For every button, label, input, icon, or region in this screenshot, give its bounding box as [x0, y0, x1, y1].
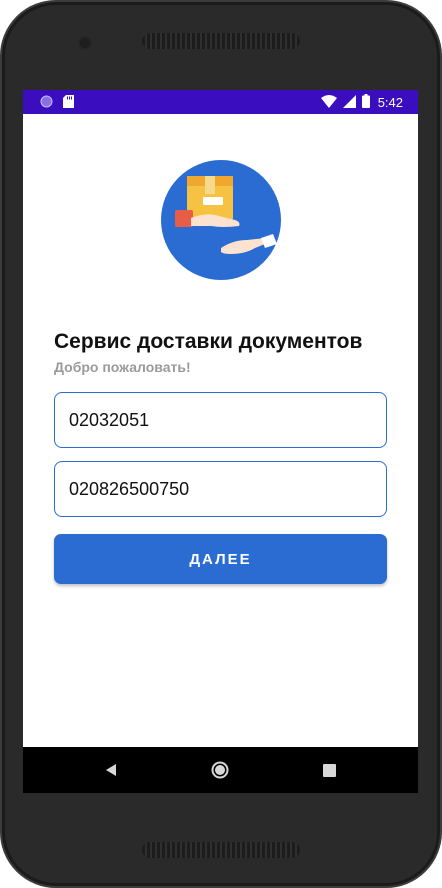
first-input-field[interactable] — [54, 392, 387, 448]
sd-card-icon — [63, 95, 74, 113]
signal-icon — [342, 94, 356, 111]
recents-icon[interactable] — [304, 747, 354, 793]
battery-icon — [361, 94, 370, 111]
wifi-icon — [320, 94, 337, 111]
circle-icon — [40, 95, 53, 113]
next-button[interactable]: ДАЛЕЕ — [54, 534, 387, 584]
system-nav-bar — [23, 747, 418, 793]
status-bar: 5:42 — [23, 90, 418, 114]
top-speaker — [142, 33, 300, 49]
phone-frame: 5:42 Сервис доставки документов Добро по… — [0, 0, 442, 888]
bottom-speaker — [142, 842, 300, 858]
second-input-field[interactable] — [54, 461, 387, 517]
back-icon[interactable] — [86, 747, 136, 793]
page-title: Сервис доставки документов — [54, 330, 363, 353]
front-camera — [80, 38, 90, 48]
home-icon[interactable] — [195, 747, 245, 793]
status-time: 5:42 — [377, 95, 403, 110]
welcome-subtitle: Добро пожаловать! — [54, 359, 191, 375]
delivery-box-hand-icon — [161, 160, 281, 280]
screen: 5:42 Сервис доставки документов Добро по… — [23, 90, 418, 793]
